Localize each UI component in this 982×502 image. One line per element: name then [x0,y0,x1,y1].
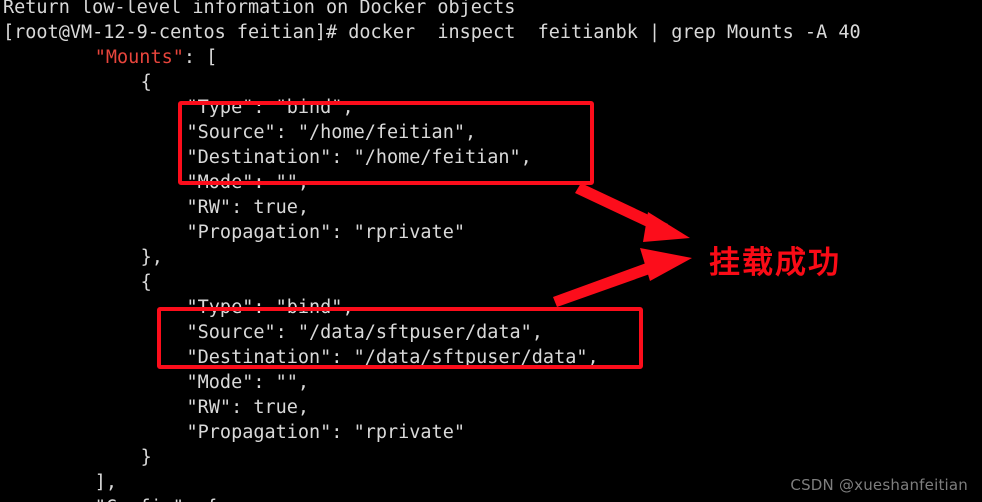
terminal-line: [root@VM-12-9-centos feitian]# docker in… [3,20,982,45]
terminal-line: "Config": { [3,495,982,502]
terminal-line: "Propagation": "rprivate" [3,220,982,245]
terminal-line: { [3,70,982,95]
terminal-line: } [3,445,982,470]
terminal-text: { [140,272,152,293]
terminal-line: "RW": true, [3,195,982,220]
terminal-text: "RW": true, [186,197,310,218]
csdn-watermark: CSDN @xueshanfeitian [790,476,968,494]
terminal-window[interactable]: Return low-level information on Docker o… [0,0,982,502]
terminal-text: "Propagation": "rprivate" [186,222,465,243]
terminal-text: "Propagation": "rprivate" [186,422,465,443]
terminal-text: ], [94,472,118,493]
terminal-text: : [ [183,47,218,68]
terminal-line: "Propagation": "rprivate" [3,420,982,445]
terminal-text: } [140,447,152,468]
terminal-line: Return low-level information on Docker o… [3,0,982,20]
terminal-text: Return low-level information on Docker o… [3,0,516,18]
terminal-text: "Mode": "", [186,372,310,393]
terminal-text: "RW": true, [186,397,310,418]
annotation-note-mount-success: 挂载成功 [709,245,841,281]
terminal-text: { [140,72,152,93]
terminal-text: "Mounts" [94,47,184,68]
terminal-text: [root@VM-12-9-centos feitian]# docker in… [3,22,861,43]
highlight-box-home-mount [178,101,594,185]
terminal-line: "RW": true, [3,395,982,420]
terminal-text: }, [140,247,163,268]
highlight-box-sftpuser-mount [157,307,643,369]
terminal-line: "Mounts": [ [3,45,982,70]
terminal-line: "Mode": "", [3,370,982,395]
terminal-text: "Config": { [95,497,218,502]
